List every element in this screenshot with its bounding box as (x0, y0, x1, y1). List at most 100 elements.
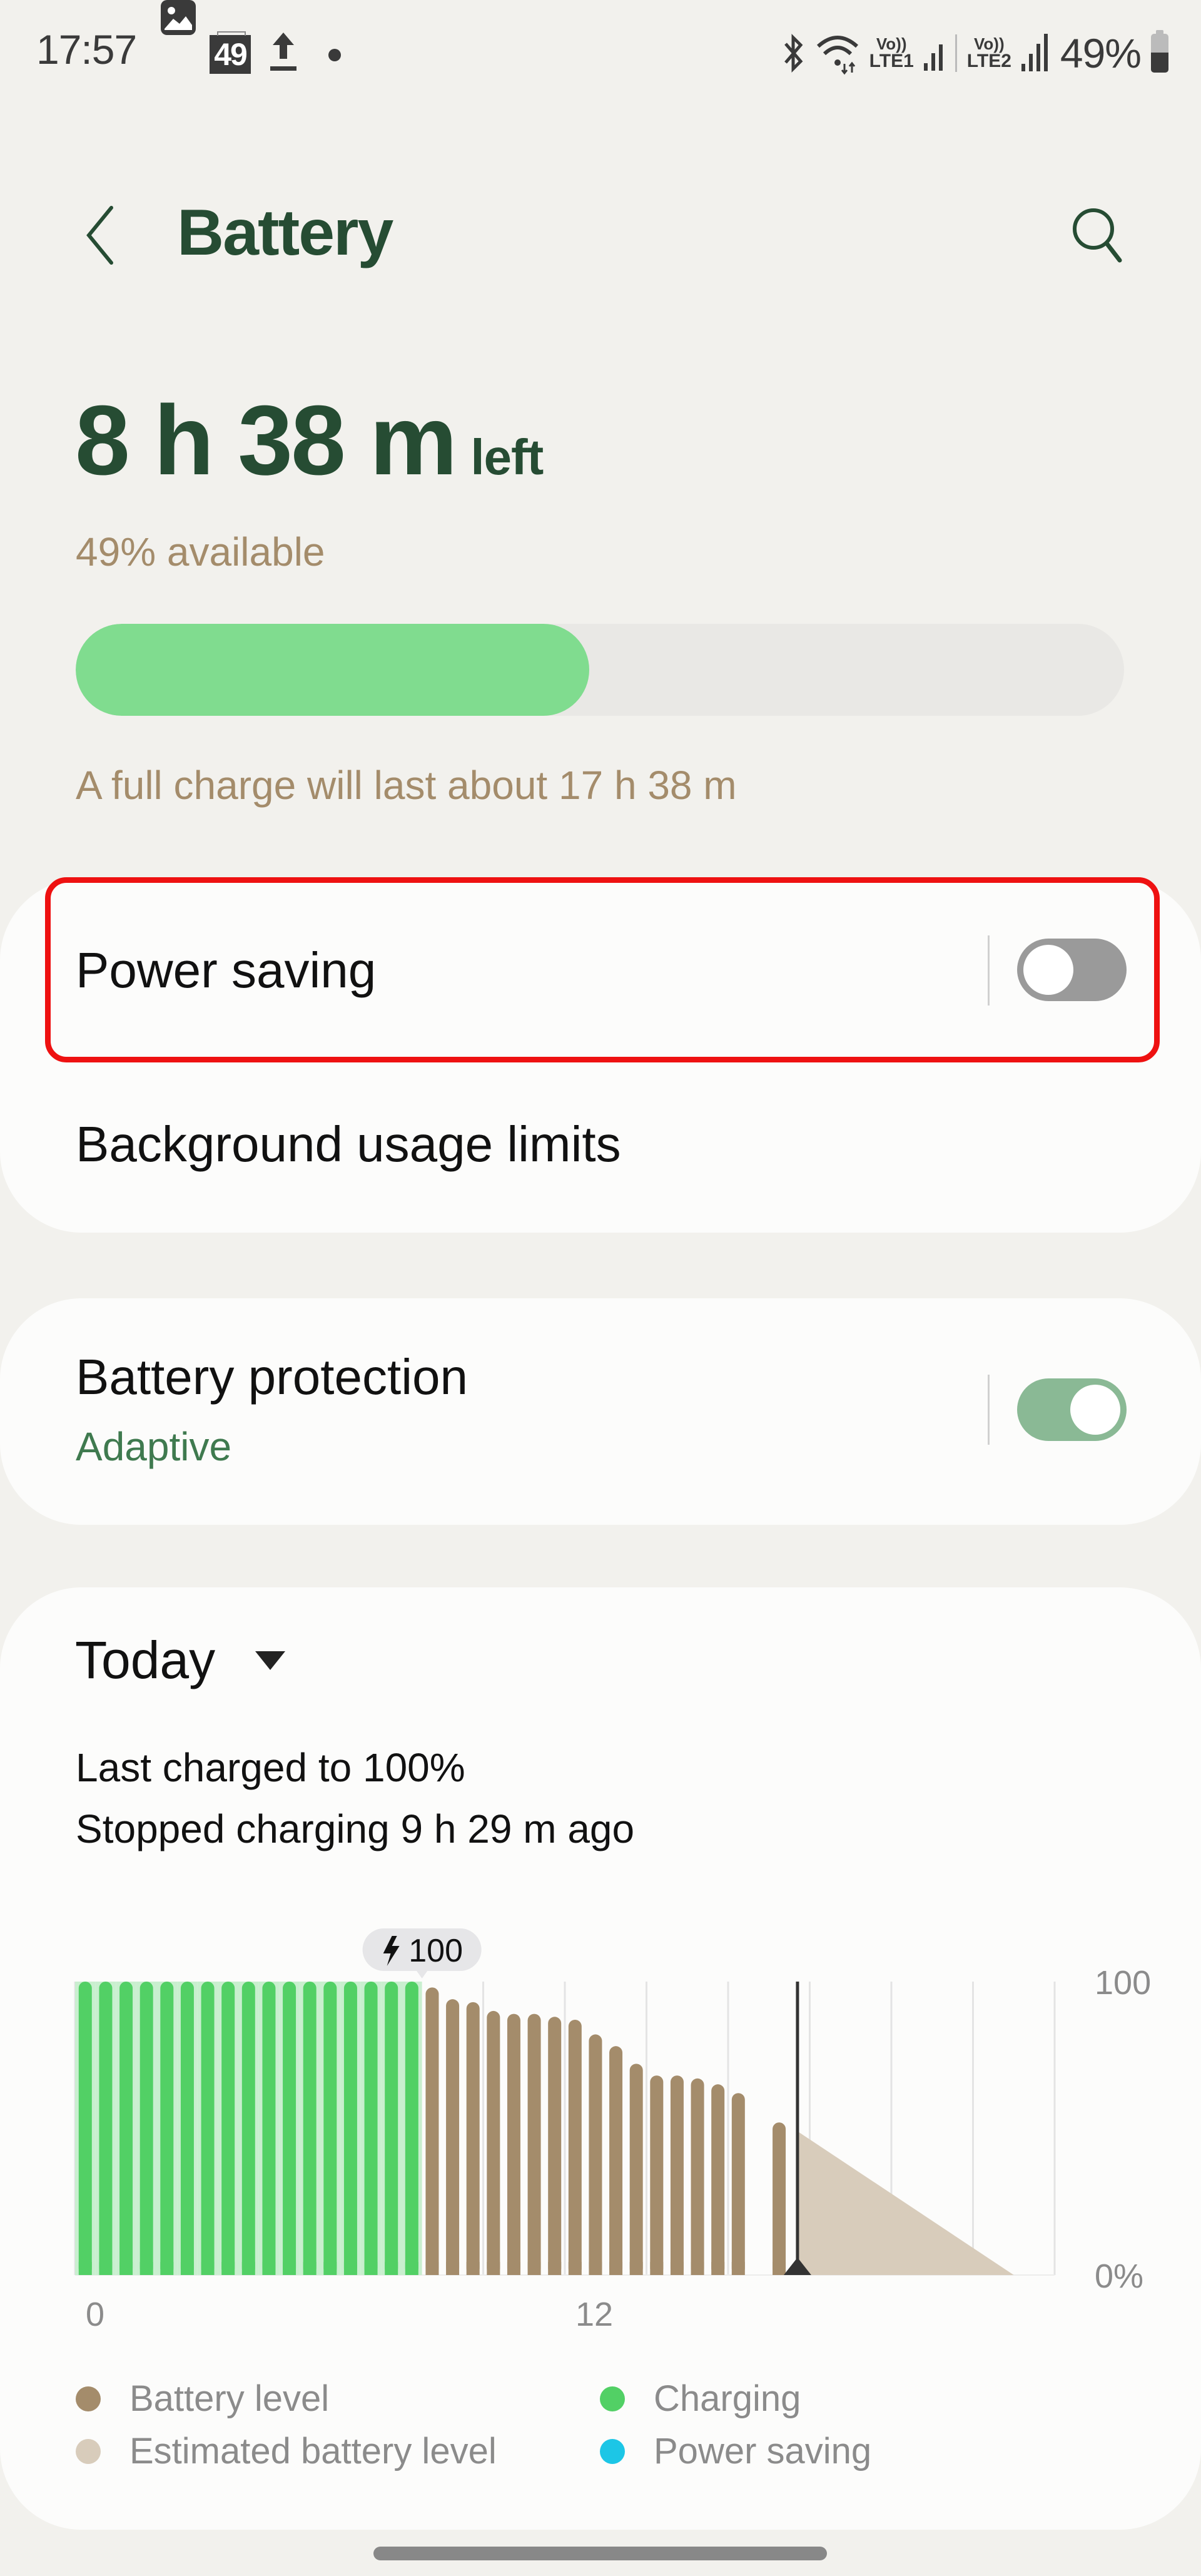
charging-bar-base (139, 2262, 153, 2275)
charging-bar-base (221, 2262, 235, 2275)
time-left-value: 8 h 38 m (75, 385, 457, 496)
charging-bar-base (99, 2262, 113, 2275)
legend-dot (76, 2386, 101, 2411)
legend-dot (600, 2386, 625, 2411)
page-title: Battery (177, 196, 393, 269)
legend-dot (600, 2438, 625, 2464)
charging-bar (139, 1982, 153, 2275)
gesture-nav-handle[interactable] (373, 2547, 827, 2560)
row-divider (988, 1375, 990, 1445)
battery-level-bar (629, 2064, 643, 2275)
battery-level-bar-base (650, 2262, 664, 2275)
charging-bar-base (343, 2262, 357, 2275)
charging-bar (180, 1982, 194, 2275)
legend-label: Charging (654, 2378, 801, 2419)
chevron-left-icon (86, 206, 113, 265)
background-usage-limits-label: Background usage limits (76, 1116, 621, 1172)
battery-level-bar-base (731, 2262, 745, 2275)
sim-divider (955, 34, 957, 72)
estimated-battery-area (797, 2131, 1014, 2275)
battery-protection-value: Adaptive (76, 1424, 232, 1469)
battery-level-bar-base (446, 2262, 460, 2275)
battery-usage-chart: 100 100 0% 0 12 (74, 1928, 1151, 2333)
background-usage-limits-row[interactable]: Background usage limits (0, 1064, 1201, 1233)
search-button[interactable] (1063, 200, 1132, 269)
toggle-knob (1070, 1385, 1120, 1435)
battery-progress-fill (76, 624, 590, 716)
charging-bar (405, 1982, 418, 2275)
battery-level-bar (568, 2019, 582, 2275)
x-tick-label: 12 (575, 2296, 613, 2333)
battery-level-bar (731, 2093, 745, 2275)
battery-level-bar-base (691, 2262, 704, 2275)
last-charged-text: Last charged to 100% (76, 1745, 465, 1790)
legend-item: Estimated battery level (76, 2430, 497, 2472)
battery-level-bar-base (629, 2262, 643, 2275)
legend-item: Charging (600, 2378, 801, 2420)
signal-1-icon (923, 44, 943, 71)
back-button[interactable] (75, 200, 125, 269)
charging-bar (343, 1982, 357, 2275)
dropdown-triangle-icon (255, 1651, 286, 1670)
battery-icon (1151, 30, 1168, 73)
battery-progress-bar (76, 624, 1124, 716)
charging-bar-base (119, 2262, 133, 2275)
battery-protection-toggle[interactable] (1017, 1378, 1127, 1441)
upload-icon (268, 30, 299, 74)
time-left: 8 h 38 m left (75, 391, 544, 490)
battery-level-bar-base (711, 2262, 725, 2275)
volte-lte2-icon: Vo)) LTE2 (966, 34, 1011, 71)
battery-protection-row[interactable]: Battery protection Adaptive (0, 1298, 1201, 1525)
battery-level-bar (446, 1999, 460, 2275)
charging-bar (262, 1982, 276, 2275)
period-label: Today (75, 1631, 216, 1689)
battery-level-bar-base (527, 2262, 541, 2275)
charging-bar (99, 1982, 113, 2275)
battery-available: 49% available (76, 529, 325, 574)
charging-bar (201, 1982, 215, 2275)
battery-level-bar-base (507, 2262, 520, 2275)
legend-item: Power saving (600, 2430, 871, 2472)
charging-bar-base (364, 2262, 378, 2275)
chart-legend: Battery level Charging Estimated battery… (76, 2378, 1139, 2490)
charging-bar-base (262, 2262, 276, 2275)
battery-level-bar (425, 1987, 439, 2275)
charging-bar (160, 1982, 174, 2275)
battery-level-bar-base (568, 2262, 582, 2275)
battery-level-bar (650, 2075, 664, 2275)
stopped-charging-text: Stopped charging 9 h 29 m ago (76, 1806, 635, 1851)
volte-lte1-icon: Vo)) LTE1 (869, 34, 914, 71)
battery-level-bar (670, 2075, 684, 2275)
battery-level-bar (691, 2078, 704, 2275)
status-time: 17:57 (36, 26, 137, 73)
legend-item: Battery level (76, 2378, 329, 2420)
battery-level-bar-base (487, 2262, 500, 2275)
charging-bar (283, 1982, 296, 2275)
calendar-49-icon: 49 (210, 31, 251, 74)
charging-bar-base (303, 2262, 317, 2275)
charging-bar (78, 1982, 92, 2275)
battery-level-bar (548, 2017, 562, 2275)
legend-dot (76, 2438, 101, 2464)
battery-level-bar (711, 2084, 725, 2275)
battery-level-bar (773, 2122, 786, 2275)
battery-level-bar-base (425, 2262, 439, 2275)
charging-bar (303, 1982, 317, 2275)
highlight-box (45, 877, 1160, 1062)
legend-label: Battery level (129, 2378, 330, 2419)
battery-level-bar (487, 2010, 500, 2275)
battery-level-bar (466, 2002, 480, 2275)
battery-level-bar-base (589, 2262, 602, 2275)
charging-bar (241, 1982, 255, 2275)
charging-bar (323, 1982, 337, 2275)
battery-level-bar-base (773, 2262, 786, 2275)
time-left-suffix: left (470, 429, 544, 485)
charge-badge-pointer (415, 1970, 428, 1978)
y-tick-label: 0% (1095, 2258, 1143, 2295)
battery-level-bar (527, 2013, 541, 2275)
charging-bar-base (78, 2262, 92, 2275)
battery-percent: 49% (1060, 30, 1142, 76)
period-dropdown[interactable]: Today (75, 1630, 286, 1691)
x-tick-label: 0 (86, 2296, 104, 2333)
bluetooth-icon (784, 33, 803, 73)
